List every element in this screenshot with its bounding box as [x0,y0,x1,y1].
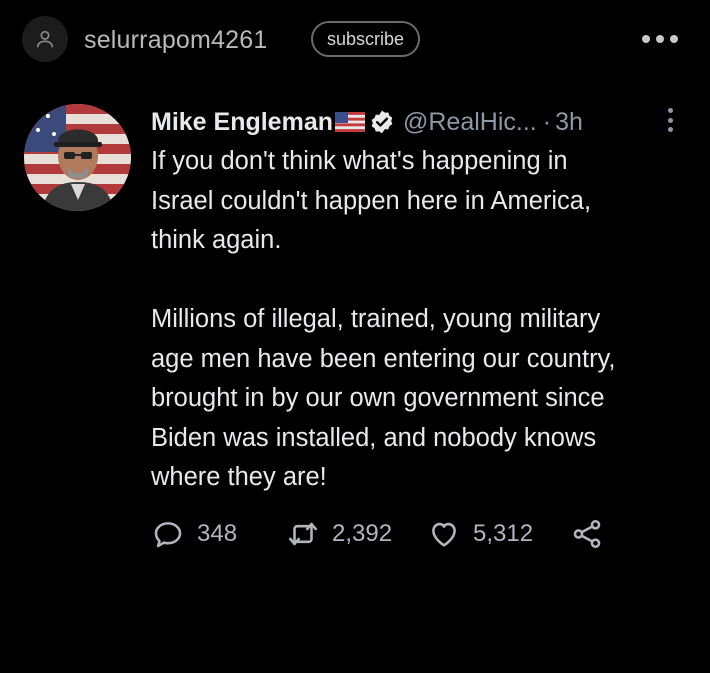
author-display-name[interactable]: Mike Engleman [151,108,333,137]
heart-icon [432,522,456,547]
retweet-button[interactable]: 2,392 [286,517,427,551]
user-avatar[interactable] [22,16,68,62]
tweet-line: Israel couldn't happen here in America, [151,186,592,215]
tweet-line: think again. [151,226,282,254]
verified-badge-icon [369,109,395,135]
person-icon [36,30,54,48]
reply-count: 348 [197,520,238,547]
tweet-text: If you don't think what's happening in I… [151,142,691,498]
like-count: 5,312 [473,520,534,547]
tweet-line: where they are! [151,463,327,491]
top-bar: selurrapom4261 subscribe [0,0,710,78]
author-avatar[interactable] [24,104,131,211]
us-flag-icon [335,112,365,132]
more-vertical-icon[interactable] [668,108,674,132]
tweet-line: Millions of illegal, trained, young mili… [151,305,601,333]
author-handle[interactable]: @RealHic... [403,108,537,137]
tweet-header: Mike Engleman @RealHic... · 3h [151,106,691,138]
subscribe-button[interactable]: subscribe [311,21,421,57]
username[interactable]: selurrapom4261 [84,26,267,55]
tweet-line: brought in by our own government since [151,384,605,412]
more-horizontal-icon[interactable] [642,34,678,44]
tweet-line: age men have been entering our country, [151,344,616,373]
retweet-count: 2,392 [332,520,393,547]
share-icon [573,519,601,549]
reply-icon [154,522,182,548]
retweet-icon [288,522,318,546]
share-button[interactable] [570,517,610,551]
separator-dot: · [542,107,552,136]
tweet-line: If you don't think what's happening in [151,147,568,175]
like-button[interactable]: 5,312 [427,517,570,551]
tweet-actions: 348 2,392 5,312 [151,514,610,554]
tweet-line: Biden was installed, and nobody knows [151,423,597,452]
tweet-time[interactable]: 3h [555,108,583,137]
reply-button[interactable]: 348 [151,517,286,551]
